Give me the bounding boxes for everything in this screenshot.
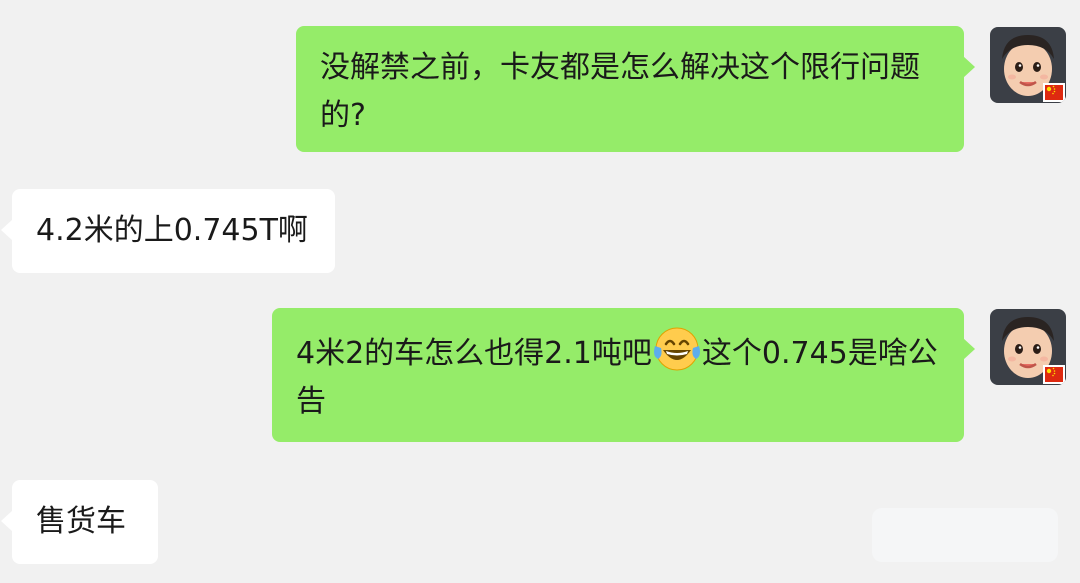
message-text: 没解禁之前，卡友都是怎么解决这个限行问题的?	[320, 50, 920, 133]
message-text: 4.2米的上0.745T啊	[36, 213, 308, 248]
faded-overlay	[872, 508, 1058, 562]
avatar[interactable]	[990, 27, 1066, 103]
face-with-tears-of-joy-icon	[653, 327, 700, 371]
message-text: 售货车	[36, 504, 126, 539]
message-bubble-received[interactable]: 4.2米的上0.745T啊	[1, 189, 335, 273]
user-avatar-icon	[990, 309, 1066, 385]
message-bubble-received[interactable]: 售货车	[1, 480, 158, 564]
user-avatar-icon	[990, 27, 1066, 103]
message-bubble-sent[interactable]: 4米2的车怎么也得2.1吨吧 这个0.745是啥公告	[272, 308, 975, 442]
message-bubble-sent[interactable]: 没解禁之前，卡友都是怎么解决这个限行问题的?	[296, 26, 975, 152]
message-text-before-emoji: 4米2的车怎么也得2.1吨吧	[296, 336, 652, 371]
avatar[interactable]	[990, 309, 1066, 385]
